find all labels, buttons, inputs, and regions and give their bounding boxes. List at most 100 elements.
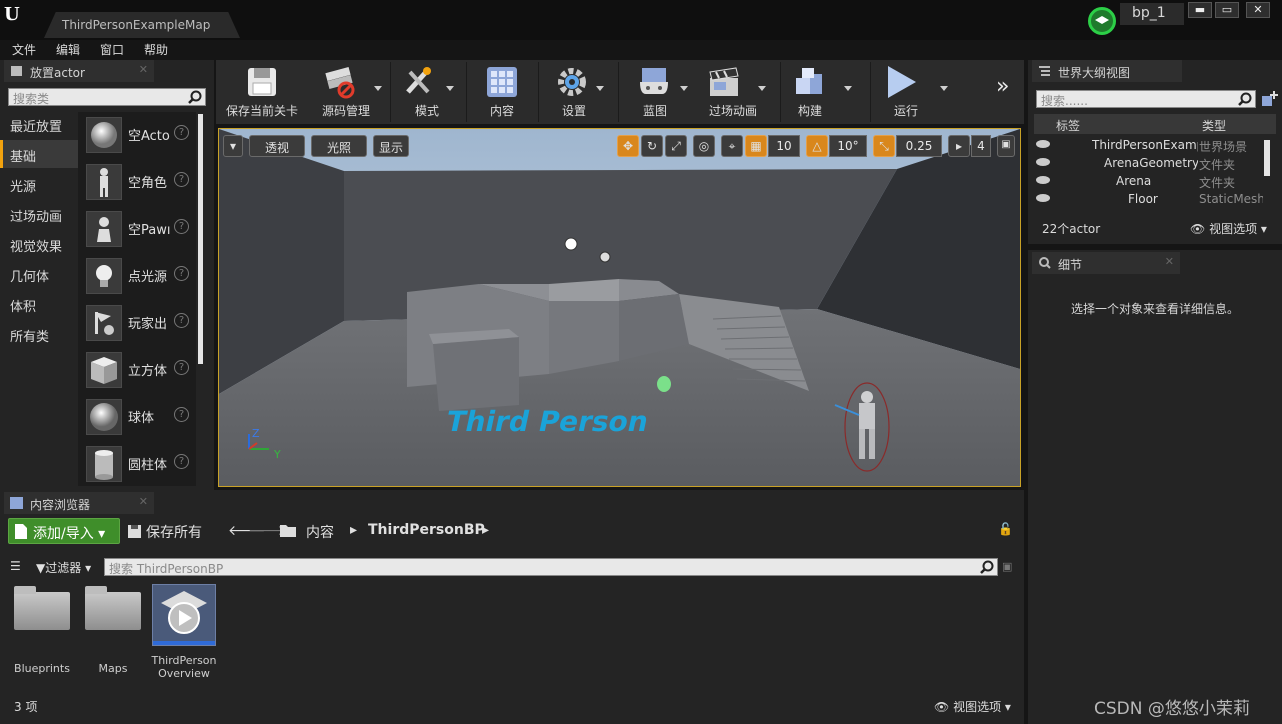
scale-snap-icon[interactable]: ⤡ bbox=[873, 135, 895, 157]
help-icon[interactable]: ? bbox=[174, 360, 189, 375]
sources-toggle-icon[interactable]: ☰ bbox=[10, 559, 21, 573]
menu-window[interactable]: 窗口 bbox=[100, 41, 124, 58]
save-search-icon[interactable]: ▣ bbox=[1002, 560, 1012, 573]
chevron-right-icon[interactable]: ▸ bbox=[482, 522, 489, 538]
eye-icon[interactable] bbox=[1036, 140, 1050, 148]
menu-help[interactable]: 帮助 bbox=[144, 41, 168, 58]
outliner-search-input[interactable]: 搜索...... bbox=[1036, 90, 1256, 108]
outliner-row[interactable]: Arena 文件夹 bbox=[1034, 172, 1264, 190]
close-icon[interactable]: ✕ bbox=[139, 63, 148, 76]
help-icon[interactable]: ? bbox=[174, 219, 189, 234]
save-level-button[interactable]: 保存当前关卡 bbox=[218, 60, 306, 124]
camera-speed-icon[interactable]: ▸ bbox=[948, 135, 970, 157]
actor-empty-character[interactable]: 空角色 ? bbox=[78, 159, 196, 205]
help-icon[interactable]: ? bbox=[174, 313, 189, 328]
add-actor-icon[interactable] bbox=[1260, 90, 1278, 108]
chevron-down-icon[interactable] bbox=[446, 86, 454, 91]
eye-icon[interactable] bbox=[1036, 176, 1050, 184]
scale-snap-value[interactable]: 0.25 bbox=[896, 135, 942, 157]
category-recent[interactable]: 最近放置 bbox=[0, 110, 78, 138]
level-viewport[interactable]: Third Person Z Y ▾ 透视 光照 显示 ✥ ↻ ⤢ ◎ ⌖ ▦ … bbox=[218, 128, 1021, 487]
asset-thirdperson-overview[interactable]: ThirdPerson Overview bbox=[151, 584, 217, 684]
modes-button[interactable]: 模式 bbox=[392, 60, 462, 124]
category-geometry[interactable]: 几何体 bbox=[0, 260, 78, 288]
help-icon[interactable]: ? bbox=[174, 407, 189, 422]
eye-icon[interactable] bbox=[1036, 194, 1050, 202]
category-cinematic[interactable]: 过场动画 bbox=[0, 200, 78, 228]
add-import-button[interactable]: 添加/导入 ▾ bbox=[8, 518, 120, 544]
surface-snap-icon[interactable]: ⌖ bbox=[721, 135, 743, 157]
tab-place-actor[interactable]: 放置actor ✕ bbox=[4, 60, 154, 82]
filters-button[interactable]: ▼过滤器 ▾ bbox=[36, 559, 91, 576]
rotate-tool-icon[interactable]: ↻ bbox=[641, 135, 663, 157]
actor-list-scrollbar[interactable] bbox=[198, 114, 203, 364]
actor-cylinder[interactable]: 圆柱体 ? bbox=[78, 441, 196, 486]
search-icon[interactable] bbox=[1238, 92, 1252, 106]
play-button[interactable]: 运行 bbox=[872, 60, 948, 124]
cinematics-button[interactable]: 过场动画 bbox=[692, 60, 774, 124]
asset-folder-blueprints[interactable]: Blueprints bbox=[10, 584, 74, 684]
menu-file[interactable]: 文件 bbox=[12, 41, 36, 58]
scale-tool-icon[interactable]: ⤢ bbox=[665, 135, 687, 157]
blueprints-button[interactable]: 蓝图 bbox=[620, 60, 690, 124]
actor-sphere[interactable]: 球体 ? bbox=[78, 394, 196, 440]
actor-player-start[interactable]: 玩家出 ? bbox=[78, 300, 196, 346]
search-icon[interactable] bbox=[188, 90, 202, 104]
chevron-down-icon[interactable] bbox=[374, 86, 382, 91]
maximize-button[interactable]: ▭ bbox=[1215, 2, 1239, 18]
help-icon[interactable]: ? bbox=[174, 125, 189, 140]
category-volumes[interactable]: 体积 bbox=[0, 290, 78, 318]
breadcrumb-content[interactable]: 内容 bbox=[306, 522, 334, 542]
toolbar-more-button[interactable]: » bbox=[996, 60, 1022, 124]
asset-folder-maps[interactable]: Maps bbox=[81, 584, 145, 684]
category-basic[interactable]: 基础 bbox=[0, 140, 78, 168]
show-button[interactable]: 显示 bbox=[373, 135, 409, 157]
save-all-button[interactable]: 保存所有 bbox=[128, 522, 202, 542]
lock-icon[interactable]: 🔓 bbox=[998, 522, 1013, 536]
column-type-header[interactable]: 类型 bbox=[1202, 117, 1226, 134]
minimize-button[interactable]: ▬ bbox=[1188, 2, 1212, 18]
grid-snap-icon[interactable]: ▦ bbox=[745, 135, 767, 157]
chevron-right-icon[interactable]: ▸ bbox=[350, 522, 357, 538]
level-tab[interactable]: ThirdPersonExampleMap bbox=[44, 12, 240, 38]
outliner-view-options-button[interactable]: 👁 视图选项 ▾ bbox=[1190, 220, 1267, 237]
content-view-options-button[interactable]: 👁 视图选项 ▾ bbox=[934, 698, 1011, 715]
close-icon[interactable]: ✕ bbox=[1165, 255, 1174, 268]
world-space-icon[interactable]: ◎ bbox=[693, 135, 715, 157]
actor-empty-pawn[interactable]: 空Pawı ? bbox=[78, 206, 196, 252]
actor-point-light[interactable]: 点光源 ? bbox=[78, 253, 196, 299]
menu-edit[interactable]: 编辑 bbox=[56, 41, 80, 58]
project-badge-icon[interactable] bbox=[1088, 7, 1116, 35]
tab-content-browser[interactable]: 内容浏览器 ✕ bbox=[4, 492, 154, 514]
actor-cube[interactable]: 立方体 ? bbox=[78, 347, 196, 393]
help-icon[interactable]: ? bbox=[174, 454, 189, 469]
rotation-snap-value[interactable]: 10° bbox=[829, 135, 867, 157]
breadcrumb-thirdpersonbp[interactable]: ThirdPersonBP bbox=[368, 522, 485, 538]
tab-details[interactable]: 细节 ✕ bbox=[1032, 252, 1180, 274]
maximize-viewport-icon[interactable]: ▣ bbox=[997, 135, 1015, 157]
chevron-down-icon[interactable] bbox=[844, 86, 852, 91]
camera-speed-value[interactable]: 4 bbox=[971, 135, 991, 157]
chevron-down-icon[interactable] bbox=[596, 86, 604, 91]
actor-empty-actor[interactable]: 空Acto ? bbox=[78, 112, 196, 158]
settings-button[interactable]: 设置 bbox=[540, 60, 608, 124]
outliner-row[interactable]: ArenaGeometry 文件夹 bbox=[1034, 154, 1264, 172]
search-icon[interactable] bbox=[980, 560, 994, 574]
category-lights[interactable]: 光源 bbox=[0, 170, 78, 198]
rotation-snap-icon[interactable]: △ bbox=[806, 135, 828, 157]
tab-world-outliner[interactable]: 世界大纲视图 bbox=[1032, 60, 1182, 82]
close-icon[interactable]: ✕ bbox=[139, 495, 148, 508]
place-actor-search-input[interactable]: 搜索类 bbox=[8, 88, 206, 106]
viewport-options-button[interactable]: ▾ bbox=[223, 135, 243, 157]
category-all-classes[interactable]: 所有类 bbox=[0, 320, 78, 348]
grid-snap-value[interactable]: 10 bbox=[768, 135, 800, 157]
outliner-row[interactable]: ThirdPersonExampleMap 世界场景 bbox=[1034, 136, 1264, 154]
source-control-button[interactable]: 源码管理 bbox=[306, 60, 386, 124]
outliner-scrollbar[interactable] bbox=[1264, 140, 1270, 176]
help-icon[interactable]: ? bbox=[174, 266, 189, 281]
lit-mode-button[interactable]: 光照 bbox=[311, 135, 367, 157]
translate-tool-icon[interactable]: ✥ bbox=[617, 135, 639, 157]
eye-icon[interactable] bbox=[1036, 158, 1050, 166]
perspective-button[interactable]: 透视 bbox=[249, 135, 305, 157]
outliner-row[interactable]: Floor StaticMesh bbox=[1034, 190, 1264, 208]
